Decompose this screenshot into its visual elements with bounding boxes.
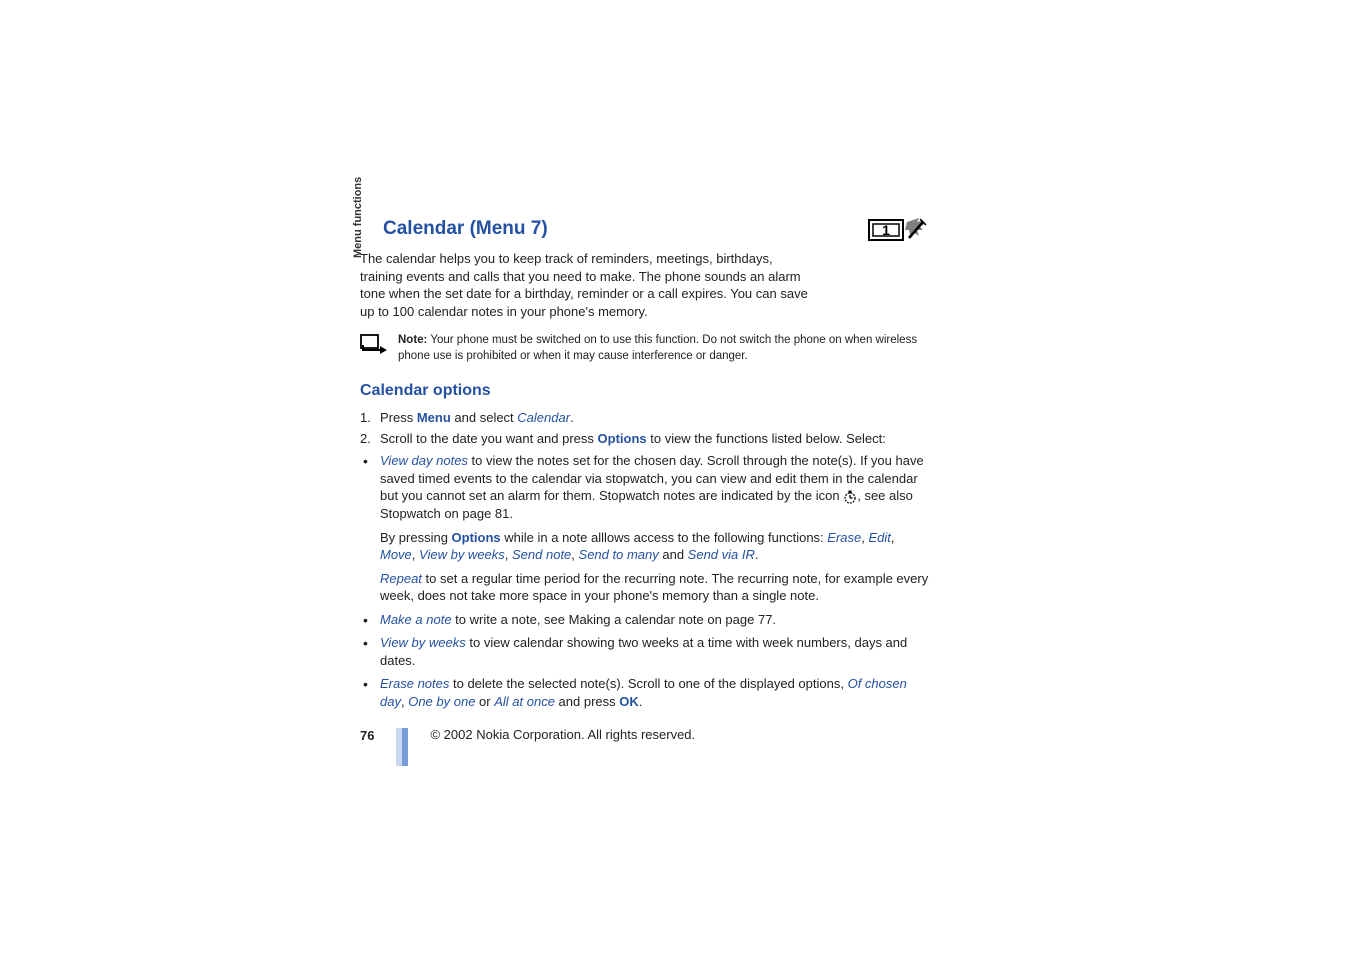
page-content: 1 Calendar (Menu 7) The calendar helps y…	[360, 218, 930, 766]
options-functions-para: By pressing Options while in a note alll…	[360, 529, 930, 564]
footer-bars-icon	[396, 728, 408, 766]
make-note-term: Make a note	[380, 612, 452, 627]
view-by-weeks-term-2: View by weeks	[380, 635, 466, 650]
note-text: Note: Your phone must be switched on to …	[398, 332, 930, 364]
edit-term: Edit	[868, 530, 890, 545]
options-key: Options	[598, 431, 647, 446]
step-2: Scroll to the date you want and press Op…	[360, 431, 930, 446]
repeat-para: Repeat to set a regular time period for …	[360, 570, 930, 605]
bullet-make-note: Make a note to write a note, see Making …	[360, 611, 930, 629]
one-by-one-term: One by one	[408, 694, 475, 709]
note-arrow-icon	[360, 334, 388, 356]
options-key-2: Options	[452, 530, 501, 545]
ok-key: OK	[619, 694, 639, 709]
page-footer: 76 © 2002 Nokia Corporation. All rights …	[360, 728, 930, 766]
view-by-weeks-term: View by weeks	[419, 547, 505, 562]
repeat-term: Repeat	[380, 571, 422, 586]
bullet-view-day-notes: View day notes to view the notes set for…	[360, 452, 930, 522]
page-title: Calendar (Menu 7)	[383, 218, 930, 240]
stopwatch-icon	[843, 490, 857, 504]
page-number: 76	[360, 728, 374, 743]
send-note-term: Send note	[512, 547, 571, 562]
erase-notes-term: Erase notes	[380, 676, 449, 691]
bullet-view-by-weeks: View by weeks to view calendar showing t…	[360, 634, 930, 669]
calendar-term: Calendar	[517, 410, 570, 425]
view-day-notes-term: View day notes	[380, 453, 468, 468]
options-list: View day notes to view the notes set for…	[360, 452, 930, 522]
menu-key: Menu	[417, 410, 451, 425]
copyright-text: © 2002 Nokia Corporation. All rights res…	[430, 727, 695, 742]
move-term: Move	[380, 547, 412, 562]
intro-paragraph: The calendar helps you to keep track of …	[360, 250, 810, 320]
erase-term: Erase	[827, 530, 861, 545]
send-via-ir-term: Send via IR	[688, 547, 755, 562]
steps-list: Press Menu and select Calendar. Scroll t…	[360, 410, 930, 446]
note-box: Note: Your phone must be switched on to …	[360, 332, 930, 364]
note-label: Note:	[398, 334, 427, 346]
note-body: Your phone must be switched on to use th…	[398, 334, 917, 362]
svg-text:1: 1	[882, 222, 890, 238]
options-list-cont: Make a note to write a note, see Making …	[360, 611, 930, 711]
subsection-title: Calendar options	[360, 382, 930, 400]
all-at-once-term: All at once	[494, 694, 555, 709]
calendar-menu-icon: 1	[867, 216, 935, 244]
bullet-erase-notes: Erase notes to delete the selected note(…	[360, 675, 930, 710]
step-1: Press Menu and select Calendar.	[360, 410, 930, 425]
send-to-many-term: Send to many	[579, 547, 659, 562]
